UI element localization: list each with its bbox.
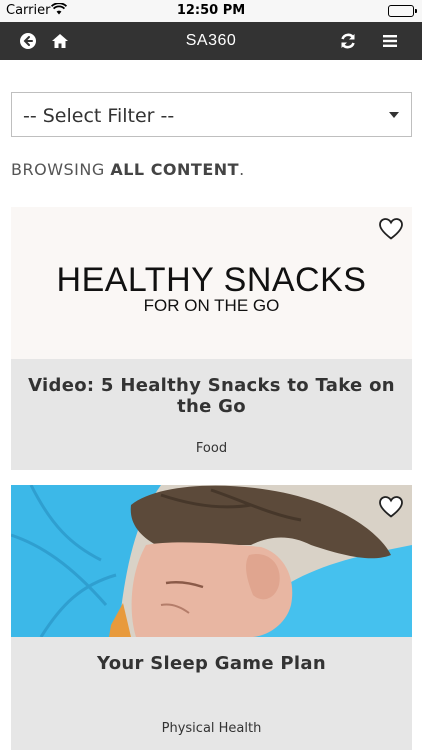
browsing-suffix: . <box>239 160 245 179</box>
hamburger-menu-icon[interactable] <box>380 31 400 51</box>
chevron-down-icon <box>389 112 399 118</box>
browsing-status: BROWSING ALL CONTENT. <box>11 160 245 179</box>
app-title: SA360 <box>185 32 237 49</box>
card-thumbnail: HEALTHY SNACKS FOR ON THE GO <box>11 207 412 359</box>
card-title: Video: 5 Healthy Snacks to Take on the G… <box>28 375 395 417</box>
content-card[interactable]: HEALTHY SNACKS FOR ON THE GO Video: 5 He… <box>11 207 412 470</box>
card-category: Food <box>195 441 228 456</box>
filter-select-value: -- Select Filter -- <box>23 105 175 127</box>
card-title: Your Sleep Game Plan <box>97 653 326 674</box>
battery-icon <box>388 5 417 17</box>
clock: 12:50 PM <box>176 3 246 18</box>
refresh-icon[interactable] <box>338 31 358 51</box>
status-bar: Carrier 12:50 PM <box>0 0 422 22</box>
thumbnail-subline: FOR ON THE GO <box>143 296 280 315</box>
favorite-heart-icon[interactable] <box>378 217 404 241</box>
browsing-prefix: BROWSING <box>11 160 111 179</box>
filter-select[interactable]: -- Select Filter -- <box>11 92 412 137</box>
content-card[interactable]: Your Sleep Game Plan Physical Health <box>11 485 412 750</box>
app-header: SA360 <box>0 22 422 60</box>
favorite-heart-icon[interactable] <box>378 495 404 519</box>
browsing-scope: ALL CONTENT <box>110 160 240 179</box>
thumbnail-headline: HEALTHY SNACKS <box>56 261 367 299</box>
sleeping-person-photo <box>11 485 412 637</box>
card-category: Physical Health <box>161 721 262 736</box>
card-thumbnail <box>11 485 412 637</box>
